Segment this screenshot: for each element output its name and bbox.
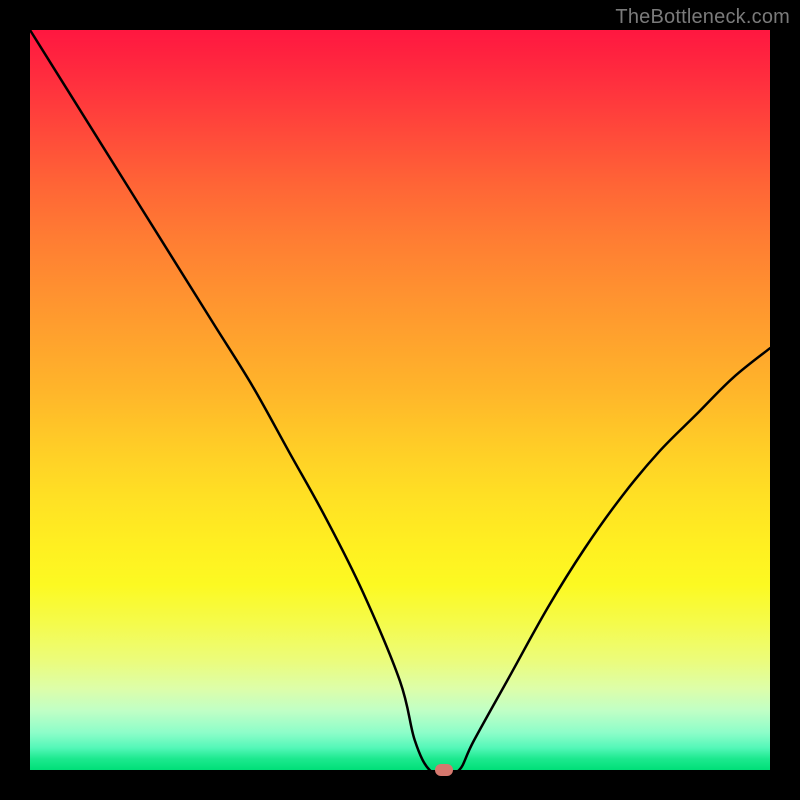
chart-curve: [30, 30, 770, 770]
chart-plot-area: [30, 30, 770, 770]
watermark-text: TheBottleneck.com: [615, 6, 790, 29]
chart-frame: TheBottleneck.com: [0, 0, 800, 800]
minimum-marker: [435, 764, 453, 776]
